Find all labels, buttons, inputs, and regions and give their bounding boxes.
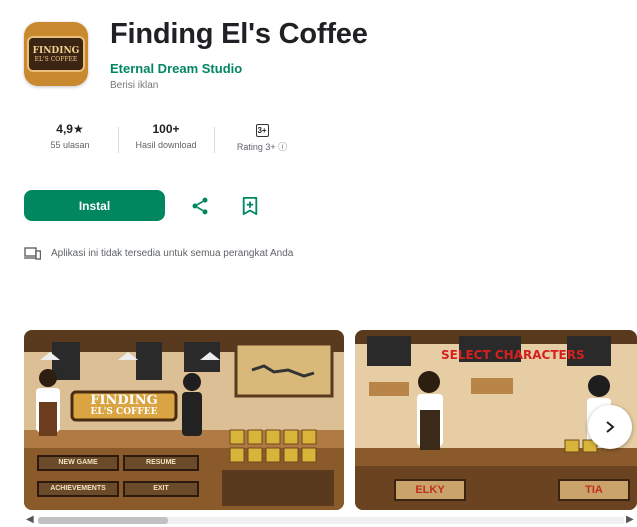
screenshot-1-logo-line2: EL'S COFFEE	[90, 407, 158, 417]
app-title: Finding El's Coffee	[110, 18, 368, 50]
menu-new-game: NEW GAME	[58, 459, 98, 466]
menu-resume: RESUME	[146, 459, 176, 466]
availability-notice-text: Aplikasi ini tidak tersedia untuk semua …	[51, 248, 294, 259]
availability-notice: Aplikasi ini tidak tersedia untuk semua …	[24, 247, 293, 260]
menu-exit: EXIT	[153, 485, 169, 492]
stat-rating-label: 55 ulasan	[50, 140, 90, 150]
screenshot-1-logo: FINDING EL'S COFFEE	[72, 394, 176, 418]
horizontal-scrollbar[interactable]: ◀ ▶	[24, 514, 637, 526]
stat-content-rating-label: Rating 3+ ⓘ	[236, 142, 288, 152]
devices-icon	[24, 247, 41, 260]
screenshot-carousel: FINDING EL'S COFFEE NEW GAME RESUME ACHI…	[24, 330, 637, 512]
menu-achievements: ACHIEVEMENTS	[50, 485, 106, 492]
content-rating-badge: 3+	[255, 124, 269, 137]
app-icon-line1: FINDING	[32, 45, 80, 56]
chevron-right-icon	[606, 421, 615, 433]
stat-rating[interactable]: 4,9★ 55 ulasan	[22, 121, 118, 153]
ads-label: Berisi iklan	[110, 80, 159, 91]
app-icon-logo: FINDING EL'S COFFEE	[27, 36, 85, 72]
screenshot-1[interactable]: FINDING EL'S COFFEE NEW GAME RESUME ACHI…	[24, 330, 344, 510]
scroll-right-icon[interactable]: ▶	[626, 514, 634, 525]
stat-rating-value: 4,9★	[56, 122, 84, 136]
stat-downloads-label: Hasil download	[135, 140, 197, 150]
stat-downloads: 100+ Hasil download	[118, 121, 214, 153]
scrollbar-thumb[interactable]	[38, 517, 168, 524]
select-characters-heading: SELECT CHARACTERS	[441, 348, 585, 362]
stat-downloads-value: 100+	[152, 122, 180, 136]
stat-content-rating[interactable]: 3+ Rating 3+ ⓘ	[214, 121, 310, 153]
stats-row: 4,9★ 55 ulasan 100+ Hasil download 3+ Ra…	[22, 121, 310, 153]
character-name-tia: TIA	[585, 484, 603, 496]
install-button[interactable]: Instal	[24, 190, 165, 221]
character-name-elky: ELKY	[415, 484, 445, 496]
app-icon-line2: EL'S COFFEE	[34, 55, 78, 63]
content-rating-icon: 3+	[214, 121, 310, 137]
scroll-left-icon[interactable]: ◀	[26, 514, 34, 525]
app-icon: FINDING EL'S COFFEE	[24, 22, 88, 86]
wishlist-add-icon[interactable]	[241, 196, 259, 216]
share-icon[interactable]	[190, 196, 210, 216]
screenshot-1-logo-line1: FINDING	[90, 393, 158, 408]
developer-link[interactable]: Eternal Dream Studio	[110, 61, 242, 76]
carousel-next-button[interactable]	[588, 405, 632, 449]
